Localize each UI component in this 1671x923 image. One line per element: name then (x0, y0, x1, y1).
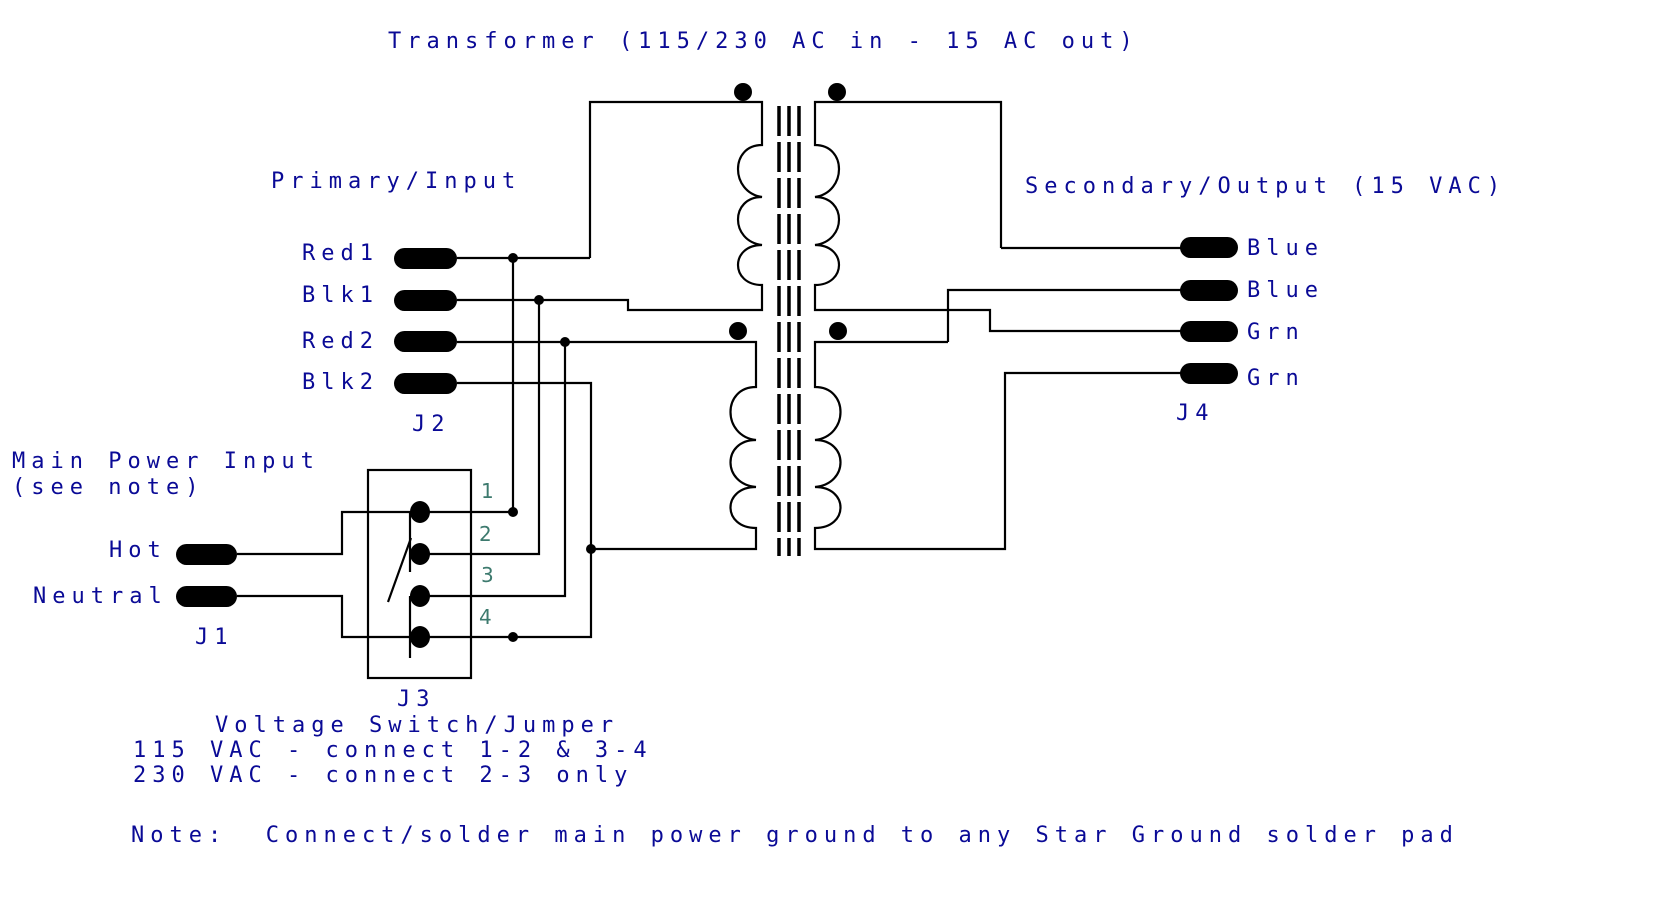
switch-lever[interactable] (386, 537, 413, 603)
j2-pad-red2[interactable] (394, 331, 457, 352)
j3-label: J3 (397, 687, 436, 712)
j1-pad-neutral[interactable] (176, 586, 237, 607)
polarity-dot (828, 83, 846, 101)
wire-blk2 (457, 381, 593, 639)
j3-contact-3[interactable] (410, 585, 430, 607)
primary-winding-lower (457, 340, 758, 551)
j2-pin-label: Blk2 (302, 370, 379, 395)
junction-dot (586, 544, 596, 554)
primary-heading: Primary/Input (271, 169, 521, 194)
junction-dot (560, 337, 570, 347)
j2-pin-label: Red2 (302, 329, 379, 354)
j3-contact-4[interactable] (410, 626, 430, 648)
wire-hot (237, 510, 420, 556)
transformer-core (777, 106, 801, 556)
j4-pad-blue2[interactable] (1180, 280, 1238, 301)
diagram-title: Transformer (115/230 AC in - 15 AC out) (388, 29, 1139, 54)
j2-pin-label: Red1 (302, 241, 379, 266)
j3-pin-number: 4 (479, 605, 492, 629)
switch-caption: Voltage Switch/Jumper (215, 713, 619, 738)
j4-pin-label: Grn (1247, 320, 1305, 345)
wire-neutral (237, 594, 420, 639)
j3-pin-number: 3 (481, 563, 494, 587)
j4-pad-grn2[interactable] (1180, 363, 1238, 384)
j4-pin-label: Blue (1247, 278, 1324, 303)
j2-label: J2 (412, 412, 451, 437)
junction-dot (508, 507, 518, 517)
j1-pin-label: Hot (109, 538, 167, 563)
j3-pin-number: 2 (479, 522, 492, 546)
j4-label: J4 (1176, 401, 1215, 426)
j2-pad-blk2[interactable] (394, 373, 457, 394)
main-power-subheading: (see note) (12, 475, 204, 500)
junction-dot (508, 632, 518, 642)
connector-j2 (394, 248, 457, 394)
j3-pin-number: 1 (481, 479, 494, 503)
j1-pad-hot[interactable] (176, 544, 237, 565)
j4-pad-grn1[interactable] (1180, 321, 1238, 342)
switch-instruction-115: 115 VAC - connect 1-2 & 3-4 (133, 738, 653, 763)
junction-dot (534, 295, 544, 305)
j2-pad-red1[interactable] (394, 248, 457, 269)
secondary-winding-upper (813, 100, 1190, 333)
wire-blue2 (946, 288, 1190, 342)
polarity-dot (734, 83, 752, 101)
j3-contacts (410, 501, 430, 648)
connector-j4 (1180, 237, 1238, 384)
main-power-heading: Main Power Input (12, 449, 320, 474)
j1-pin-label: Neutral (33, 584, 168, 609)
j3-contact-2[interactable] (410, 543, 430, 565)
j4-pad-blue1[interactable] (1180, 237, 1238, 258)
ground-note: Note: Connect/solder main power ground t… (131, 823, 1459, 848)
junction-dot (508, 253, 518, 263)
j4-pin-label: Blue (1247, 236, 1324, 261)
secondary-heading: Secondary/Output (15 VAC) (1025, 174, 1506, 199)
secondary-winding-lower (813, 340, 1190, 551)
j1-label: J1 (195, 625, 234, 650)
switch-instruction-230: 230 VAC - connect 2-3 only (133, 763, 633, 788)
polarity-dot (729, 322, 747, 340)
j4-pin-label: Grn (1247, 366, 1305, 391)
j2-pad-blk1[interactable] (394, 290, 457, 311)
transformer-schematic: Transformer (115/230 AC in - 15 AC out) … (12, 29, 1506, 848)
primary-winding-upper (457, 100, 764, 312)
j2-pin-label: Blk1 (302, 283, 379, 308)
j3-contact-1[interactable] (410, 501, 430, 523)
polarity-dot (829, 322, 847, 340)
